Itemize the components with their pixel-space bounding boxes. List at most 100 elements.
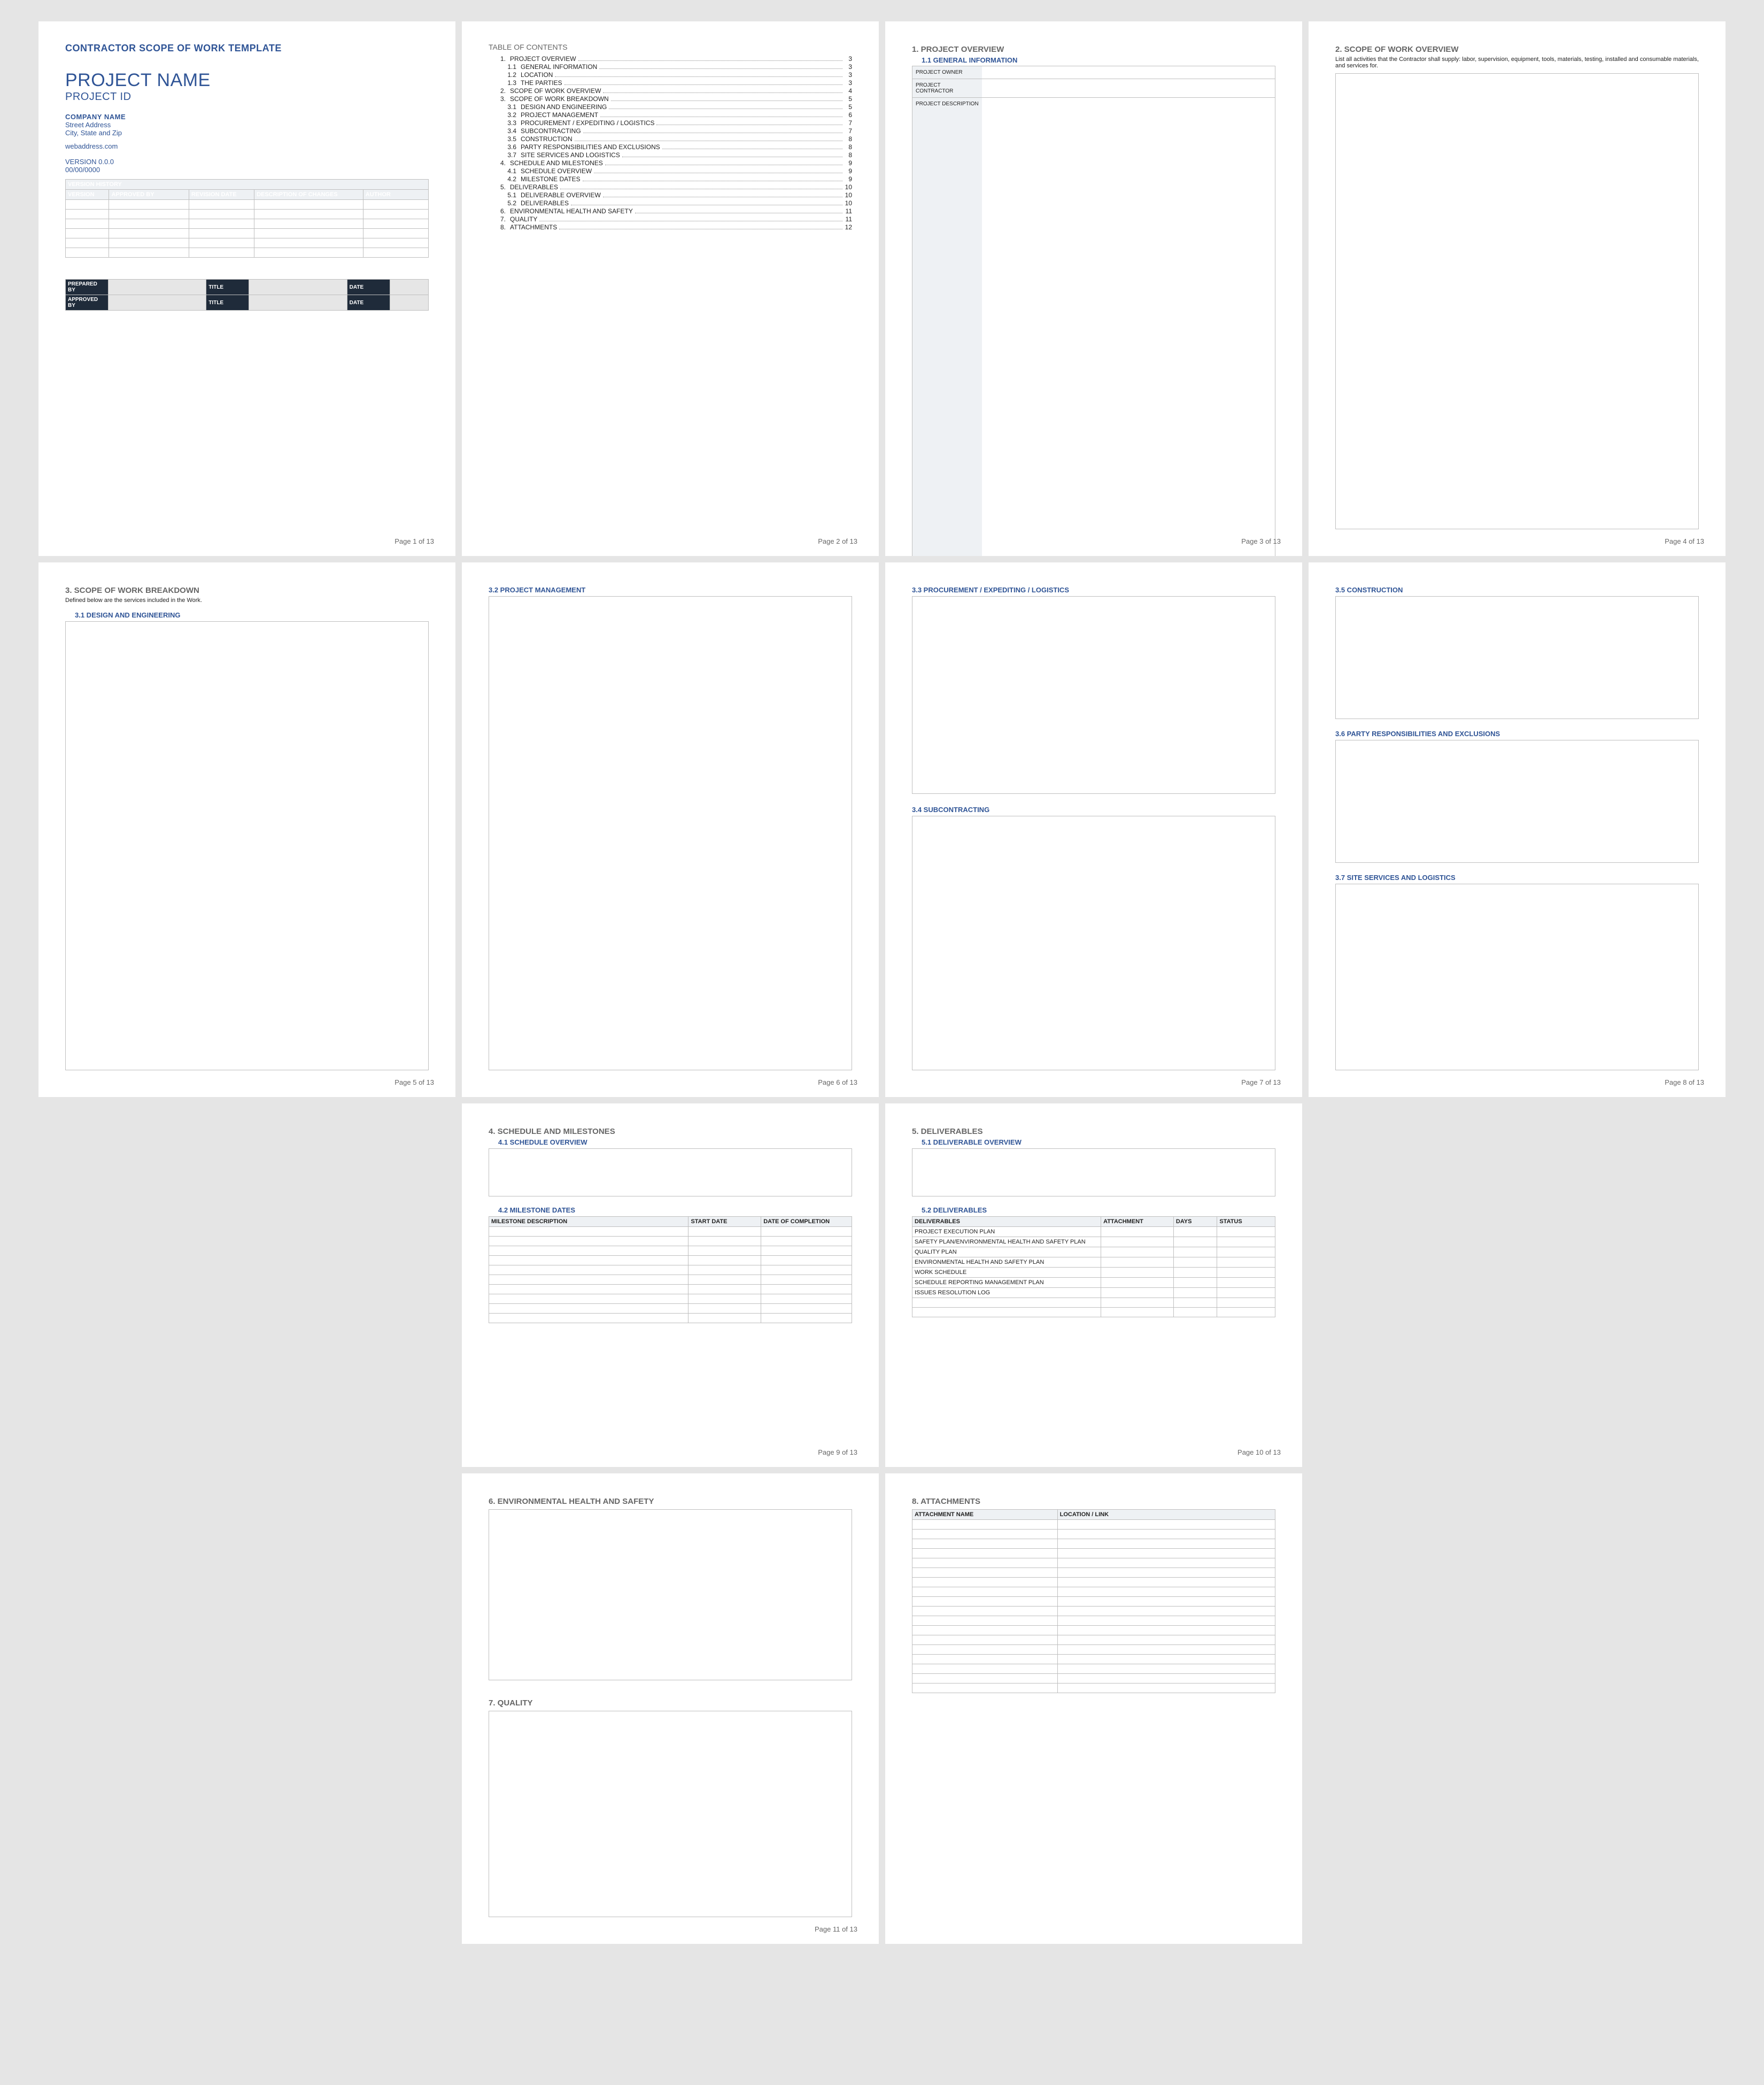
toc-num: 1.2 (499, 71, 516, 79)
toc-num: 3.1 (499, 103, 516, 111)
sec-3-6-box (1335, 740, 1699, 863)
toc-num: 7. (489, 215, 506, 223)
addr1: Street Address (65, 121, 429, 129)
sec-2-box (1335, 73, 1699, 529)
footer-1: Page 1 of 13 (394, 537, 434, 545)
page-2: TABLE OF CONTENTS 1.PROJECT OVERVIEW31.1… (462, 21, 879, 556)
toc-num: 3.7 (499, 151, 516, 159)
toc-row: 4.2MILESTONE DATES9 (489, 175, 852, 183)
deliverables-table: DELIVERABLES ATTACHMENT DAYS STATUS PROJ… (912, 1216, 1275, 1317)
sec-3-7: 3.7 SITE SERVICES AND LOGISTICS (1335, 874, 1699, 882)
toc-dots (555, 76, 842, 77)
sec-2-blurb: List all activities that the Contractor … (1335, 56, 1699, 69)
table-row (912, 1530, 1275, 1539)
sec-6: 6. ENVIRONMENTAL HEALTH AND SAFETY (489, 1497, 852, 1506)
sec-4: 4. SCHEDULE AND MILESTONES (489, 1127, 852, 1136)
page-4: 2. SCOPE OF WORK OVERVIEW List all activ… (1309, 21, 1726, 556)
table-row (912, 1549, 1275, 1558)
table-row (912, 1539, 1275, 1549)
sec-7: 7. QUALITY (489, 1698, 852, 1708)
toc-row: 3.5CONSTRUCTION8 (489, 135, 852, 143)
table-row: ENVIRONMENTAL HEALTH AND SAFETY PLAN (912, 1257, 1275, 1268)
toc-num: 1. (489, 55, 506, 63)
vh-title: VERSION HISTORY (66, 180, 429, 190)
version: VERSION 0.0.0 (65, 158, 429, 166)
table-row: QUALITY PLAN (912, 1247, 1275, 1257)
sec-4-2: 4.2 MILESTONE DATES (498, 1206, 852, 1214)
toc: 1.PROJECT OVERVIEW31.1GENERAL INFORMATIO… (489, 55, 852, 231)
toc-row: 3.1 DESIGN AND ENGINEERING 5 (489, 103, 852, 111)
toc-page: 11 (845, 215, 852, 223)
toc-num: 5.2 (499, 199, 516, 207)
table-row (912, 1520, 1275, 1530)
toc-label: DESIGN AND ENGINEERING (521, 103, 607, 111)
toc-row: 3.7SITE SERVICES AND LOGISTICS8 (489, 151, 852, 159)
attachments-table: ATTACHMENT NAME LOCATION / LINK (912, 1509, 1275, 1693)
toc-page: 7 (845, 127, 852, 135)
footer-4: Page 4 of 13 (1665, 537, 1704, 545)
sig-date2: DATE (347, 295, 390, 311)
toc-row: 5.DELIVERABLES10 (489, 183, 852, 191)
toc-row: 1.3THE PARTIES3 (489, 79, 852, 87)
kv-row: PROJECT CONTRACTOR (912, 79, 1275, 98)
sig-prep: PREPARED BY (66, 280, 109, 295)
page-8: 3.5 CONSTRUCTION 3.6 PARTY RESPONSIBILIT… (1309, 562, 1726, 1097)
vh-h1: APPROVED BY (109, 190, 189, 200)
toc-title: TABLE OF CONTENTS (489, 43, 852, 51)
toc-page: 9 (845, 167, 852, 175)
toc-row: 8.ATTACHMENTS12 (489, 223, 852, 231)
project-id: PROJECT ID (65, 91, 429, 103)
toc-label: ATTACHMENTS (510, 223, 557, 231)
toc-label: QUALITY (510, 215, 537, 223)
toc-row: 1.1GENERAL INFORMATION3 (489, 63, 852, 71)
toc-num: 3.5 (499, 135, 516, 143)
footer-11: Page 11 of 13 (815, 1925, 857, 1933)
addr2: City, State and Zip (65, 129, 429, 137)
footer-9: Page 9 of 13 (818, 1448, 857, 1456)
ms-h2: DATE OF COMPLETION (761, 1217, 852, 1227)
toc-row: 6.ENVIRONMENTAL HEALTH AND SAFETY11 (489, 207, 852, 215)
sec-3-7-box (1335, 884, 1699, 1070)
table-row (912, 1645, 1275, 1655)
sec-6-box (489, 1509, 852, 1680)
sec-8: 8. ATTACHMENTS (912, 1497, 1275, 1506)
table-row (912, 1626, 1275, 1635)
toc-label: PROCUREMENT / EXPEDITING / LOGISTICS (521, 119, 654, 127)
sec-5: 5. DELIVERABLES (912, 1127, 1275, 1136)
version-history-table: VERSION HISTORY VERSION APPROVED BY REVI… (65, 179, 429, 258)
page-6: 3.2 PROJECT MANAGEMENT Page 6 of 13 (462, 562, 879, 1097)
table-row (912, 1684, 1275, 1693)
date: 00/00/0000 (65, 166, 429, 174)
page-7: 3.3 PROCUREMENT / EXPEDITING / LOGISTICS… (885, 562, 1302, 1097)
toc-label: SCOPE OF WORK OVERVIEW (510, 87, 601, 95)
toc-num: 1.1 (499, 63, 516, 71)
sig-appr: APPROVED BY (66, 295, 109, 311)
ms-h0: MILESTONE DESCRIPTION (489, 1217, 688, 1227)
toc-label: DELIVERABLES (521, 199, 569, 207)
sec-1: 1. PROJECT OVERVIEW (912, 45, 1275, 54)
sig-title2: TITLE (206, 295, 249, 311)
page-thumbnails: CONTRACTOR SCOPE OF WORK TEMPLATE PROJEC… (0, 0, 1764, 1965)
footer-8: Page 8 of 13 (1665, 1078, 1704, 1086)
toc-label: SCOPE OF WORK BREAKDOWN (510, 95, 609, 103)
table-row (912, 1655, 1275, 1664)
table-row (912, 1558, 1275, 1568)
toc-page: 6 (845, 111, 852, 119)
sec-5-2: 5.2 DELIVERABLES (922, 1206, 1275, 1214)
toc-row: 3.6PARTY RESPONSIBILITIES AND EXCLUSIONS… (489, 143, 852, 151)
sec-3-6: 3.6 PARTY RESPONSIBILITIES AND EXCLUSION… (1335, 730, 1699, 738)
table-row: SAFETY PLAN/ENVIRONMENTAL HEALTH AND SAF… (912, 1237, 1275, 1247)
sec-3-intro: Defined below are the services included … (65, 597, 429, 604)
sec-3-5-box (1335, 596, 1699, 719)
toc-page: 5 (845, 103, 852, 111)
sig-title1: TITLE (206, 280, 249, 295)
page-12: 8. ATTACHMENTS ATTACHMENT NAME LOCATION … (885, 1473, 1302, 1944)
toc-num: 3.4 (499, 127, 516, 135)
toc-page: 9 (845, 159, 852, 167)
sec-3-1: 3.1 DESIGN AND ENGINEERING (75, 611, 429, 619)
toc-page: 9 (845, 175, 852, 183)
toc-page: 5 (845, 95, 852, 103)
sec-3-4: 3.4 SUBCONTRACTING (912, 806, 1275, 814)
toc-row: 2.SCOPE OF WORK OVERVIEW4 (489, 87, 852, 95)
toc-page: 8 (845, 143, 852, 151)
